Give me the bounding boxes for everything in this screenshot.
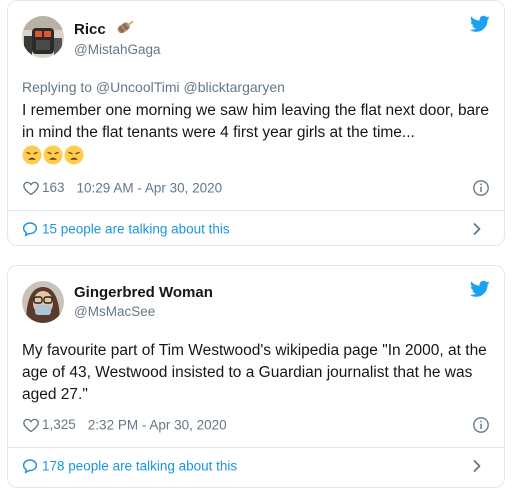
display-name[interactable]: Ricc: [74, 20, 106, 40]
tweet-body: Replying to @UncoolTimi @blicktargaryen: [22, 76, 490, 98]
tweet-header: Ricc @MistahGaga: [22, 15, 490, 59]
tweet-meta: 163 10:29 AM - Apr 30, 2020: [22, 178, 490, 198]
weary-face-emoji-icon: [43, 145, 63, 165]
twitter-bird-icon[interactable]: [470, 280, 490, 298]
divider: [8, 210, 504, 211]
talking-label[interactable]: 178 people are talking about this: [42, 458, 237, 473]
info-icon[interactable]: [472, 179, 490, 197]
chevron-right-icon[interactable]: [470, 459, 484, 473]
tweet-card[interactable]: Ricc @MistahGaga Replying to @UncoolTimi…: [7, 0, 505, 246]
speech-bubble-icon: [22, 222, 38, 238]
talking-link[interactable]: 178 people are talking about this: [22, 454, 490, 478]
info-icon[interactable]: [472, 416, 490, 434]
tweet-text: I remember one morning we saw him leavin…: [22, 102, 489, 141]
tweet-text: My favourite part of Tim Westwood's wiki…: [22, 342, 487, 403]
timestamp[interactable]: 2:32 PM - Apr 30, 2020: [88, 417, 227, 432]
user-handle[interactable]: @MsMacSee: [74, 303, 213, 321]
timestamp[interactable]: 10:29 AM - Apr 30, 2020: [77, 180, 223, 195]
divider: [8, 447, 504, 448]
twitter-bird-icon[interactable]: [470, 15, 490, 33]
heart-icon[interactable]: [22, 416, 40, 434]
talking-link[interactable]: 15 people are talking about this: [22, 217, 490, 241]
avatar[interactable]: [22, 281, 64, 323]
display-name[interactable]: Gingerbred Woman: [74, 283, 213, 303]
chevron-right-icon[interactable]: [470, 222, 484, 236]
tweet-meta: 1,325 2:32 PM - Apr 30, 2020: [22, 415, 490, 435]
talking-label[interactable]: 15 people are talking about this: [42, 221, 230, 236]
tweet-header: Gingerbred Woman @MsMacSee: [22, 280, 490, 324]
speech-bubble-icon: [22, 459, 38, 475]
weary-face-emoji-icon: [22, 145, 42, 165]
like-count: 1,325: [42, 417, 76, 433]
tweet-card[interactable]: Gingerbred Woman @MsMacSee My favourite …: [7, 265, 505, 488]
like-count: 163: [42, 180, 65, 196]
ice-pop-emoji-icon: [114, 18, 136, 41]
emoji-row: [22, 144, 490, 168]
weary-face-emoji-icon: [64, 145, 84, 165]
heart-icon[interactable]: [22, 179, 40, 197]
replying-to[interactable]: Replying to @UncoolTimi @blicktargaryen: [22, 76, 490, 98]
avatar[interactable]: [22, 16, 64, 58]
user-handle[interactable]: @MistahGaga: [74, 41, 161, 59]
